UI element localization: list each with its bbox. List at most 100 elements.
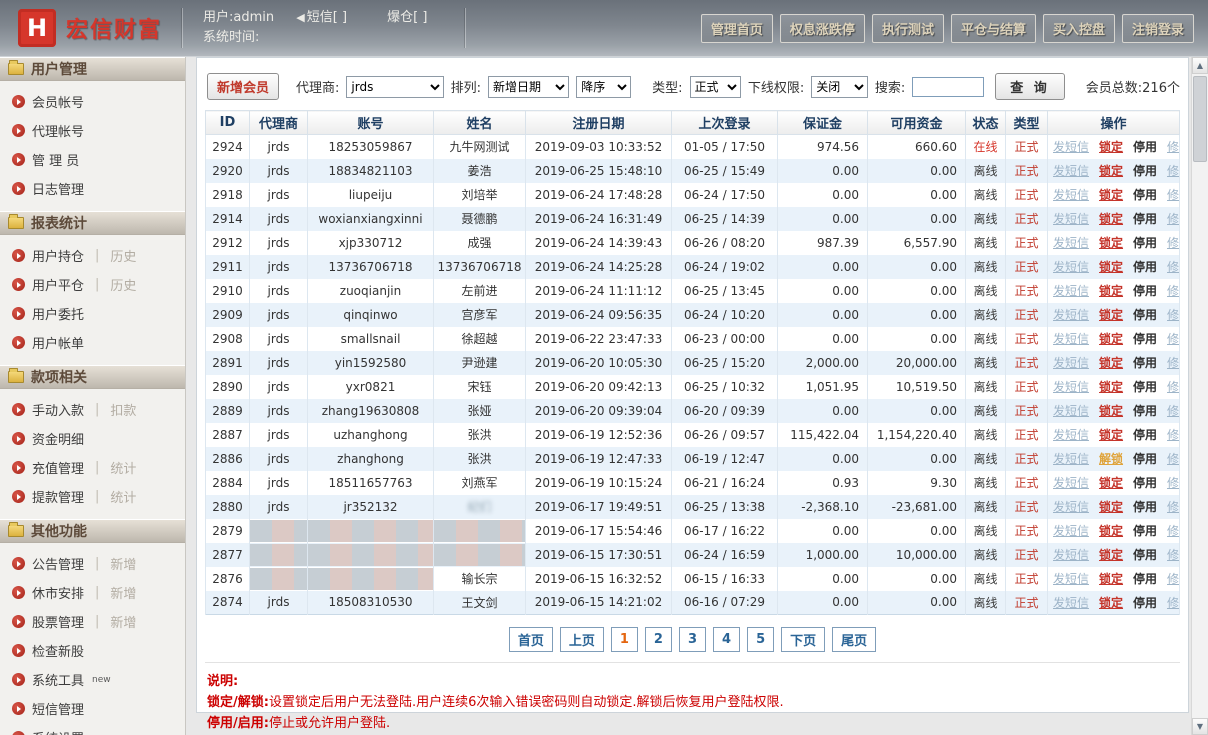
sidebar-item[interactable]: 用户平仓|历史	[0, 270, 185, 299]
disable-link[interactable]: 停用	[1133, 572, 1157, 586]
lock-link[interactable]: 锁定	[1099, 380, 1123, 394]
sidebar-item[interactable]: 代理帐号	[0, 116, 185, 145]
agent-select[interactable]: jrds	[346, 76, 443, 98]
page-button[interactable]: 5	[747, 627, 774, 652]
disable-link[interactable]: 停用	[1133, 476, 1157, 490]
lock-link[interactable]: 锁定	[1099, 404, 1123, 418]
burst-counter[interactable]: 爆仓[ ]	[387, 10, 427, 25]
edit-link[interactable]: 修改	[1167, 308, 1179, 322]
send-sms-link[interactable]: 发短信	[1053, 476, 1089, 490]
lock-link[interactable]: 锁定	[1099, 332, 1123, 346]
edit-link[interactable]: 修改	[1167, 332, 1179, 346]
sidebar-item[interactable]: 充值管理|统计	[0, 453, 185, 482]
sidebar-item[interactable]: 用户帐单	[0, 328, 185, 357]
send-sms-link[interactable]: 发短信	[1053, 452, 1089, 466]
edit-link[interactable]: 修改	[1167, 476, 1179, 490]
sidebar-item[interactable]: 短信管理	[0, 694, 185, 723]
send-sms-link[interactable]: 发短信	[1053, 596, 1089, 610]
send-sms-link[interactable]: 发短信	[1053, 164, 1089, 178]
lock-link[interactable]: 锁定	[1099, 356, 1123, 370]
lock-link[interactable]: 锁定	[1099, 164, 1123, 178]
sidebar-item[interactable]: 日志管理	[0, 174, 185, 203]
edit-link[interactable]: 修改	[1167, 284, 1179, 298]
disable-link[interactable]: 停用	[1133, 356, 1157, 370]
search-input[interactable]	[912, 77, 984, 97]
page-button[interactable]: 2	[645, 627, 672, 652]
send-sms-link[interactable]: 发短信	[1053, 500, 1089, 514]
send-sms-link[interactable]: 发短信	[1053, 260, 1089, 274]
sidebar-item[interactable]: 用户委托	[0, 299, 185, 328]
sort-select[interactable]: 新增日期	[488, 76, 569, 98]
lock-link[interactable]: 锁定	[1099, 572, 1123, 586]
send-sms-link[interactable]: 发短信	[1053, 572, 1089, 586]
sidebar-item[interactable]: 检查新股	[0, 636, 185, 665]
edit-link[interactable]: 修改	[1167, 500, 1179, 514]
sidebar-item[interactable]: 股票管理|新增	[0, 607, 185, 636]
vertical-scrollbar[interactable]: ▲ ▼	[1191, 57, 1208, 735]
edit-link[interactable]: 修改	[1167, 452, 1179, 466]
edit-link[interactable]: 修改	[1167, 140, 1179, 154]
send-sms-link[interactable]: 发短信	[1053, 524, 1089, 538]
edit-link[interactable]: 修改	[1167, 260, 1179, 274]
add-member-button[interactable]: 新增会员	[207, 73, 279, 100]
header-nav-button[interactable]: 执行测试	[872, 14, 944, 43]
disable-link[interactable]: 停用	[1133, 548, 1157, 562]
sidebar-item[interactable]: 管 理 员	[0, 145, 185, 174]
disable-link[interactable]: 停用	[1133, 524, 1157, 538]
edit-link[interactable]: 修改	[1167, 356, 1179, 370]
lock-link[interactable]: 锁定	[1099, 212, 1123, 226]
sidebar-item-extra[interactable]: 扣款	[110, 400, 136, 419]
edit-link[interactable]: 修改	[1167, 380, 1179, 394]
send-sms-link[interactable]: 发短信	[1053, 428, 1089, 442]
send-sms-link[interactable]: 发短信	[1053, 188, 1089, 202]
edit-link[interactable]: 修改	[1167, 404, 1179, 418]
sidebar-item[interactable]: 休市安排|新增	[0, 578, 185, 607]
send-sms-link[interactable]: 发短信	[1053, 236, 1089, 250]
lock-link[interactable]: 锁定	[1099, 284, 1123, 298]
send-sms-link[interactable]: 发短信	[1053, 284, 1089, 298]
scroll-up-icon[interactable]: ▲	[1192, 57, 1208, 74]
disable-link[interactable]: 停用	[1133, 380, 1157, 394]
lock-link[interactable]: 锁定	[1099, 236, 1123, 250]
header-nav-button[interactable]: 权息涨跌停	[780, 14, 865, 43]
sidebar-item[interactable]: 会员帐号	[0, 87, 185, 116]
page-button[interactable]: 下页	[781, 627, 825, 652]
disable-link[interactable]: 停用	[1133, 428, 1157, 442]
lock-link[interactable]: 锁定	[1099, 476, 1123, 490]
type-select[interactable]: 正式	[690, 76, 741, 98]
edit-link[interactable]: 修改	[1167, 548, 1179, 562]
disable-link[interactable]: 停用	[1133, 284, 1157, 298]
disable-link[interactable]: 停用	[1133, 212, 1157, 226]
page-button[interactable]: 4	[713, 627, 740, 652]
page-button[interactable]: 3	[679, 627, 706, 652]
lock-link[interactable]: 锁定	[1099, 596, 1123, 610]
header-nav-button[interactable]: 平仓与结算	[951, 14, 1036, 43]
edit-link[interactable]: 修改	[1167, 236, 1179, 250]
lock-link[interactable]: 锁定	[1099, 260, 1123, 274]
disable-link[interactable]: 停用	[1133, 236, 1157, 250]
edit-link[interactable]: 修改	[1167, 188, 1179, 202]
scrollbar-thumb[interactable]	[1193, 76, 1207, 162]
sidebar-item-extra[interactable]: 历史	[110, 246, 136, 265]
send-sms-link[interactable]: 发短信	[1053, 404, 1089, 418]
sidebar-item[interactable]: 资金明细	[0, 424, 185, 453]
lock-link[interactable]: 锁定	[1099, 524, 1123, 538]
disable-link[interactable]: 停用	[1133, 140, 1157, 154]
sidebar-item[interactable]: 系统设置	[0, 723, 185, 735]
disable-link[interactable]: 停用	[1133, 500, 1157, 514]
sidebar-item-extra[interactable]: 历史	[110, 275, 136, 294]
disable-link[interactable]: 停用	[1133, 308, 1157, 322]
edit-link[interactable]: 修改	[1167, 164, 1179, 178]
send-sms-link[interactable]: 发短信	[1053, 380, 1089, 394]
lock-link[interactable]: 锁定	[1099, 140, 1123, 154]
sidebar-item[interactable]: 手动入款|扣款	[0, 395, 185, 424]
page-button[interactable]: 上页	[560, 627, 604, 652]
edit-link[interactable]: 修改	[1167, 524, 1179, 538]
sidebar-item[interactable]: 系统工具new	[0, 665, 185, 694]
sidebar-item[interactable]: 用户持仓|历史	[0, 241, 185, 270]
edit-link[interactable]: 修改	[1167, 572, 1179, 586]
disable-link[interactable]: 停用	[1133, 452, 1157, 466]
sidebar-item-extra[interactable]: 新增	[110, 583, 136, 602]
header-nav-button[interactable]: 买入控盘	[1043, 14, 1115, 43]
unlock-link[interactable]: 解锁	[1099, 452, 1123, 466]
